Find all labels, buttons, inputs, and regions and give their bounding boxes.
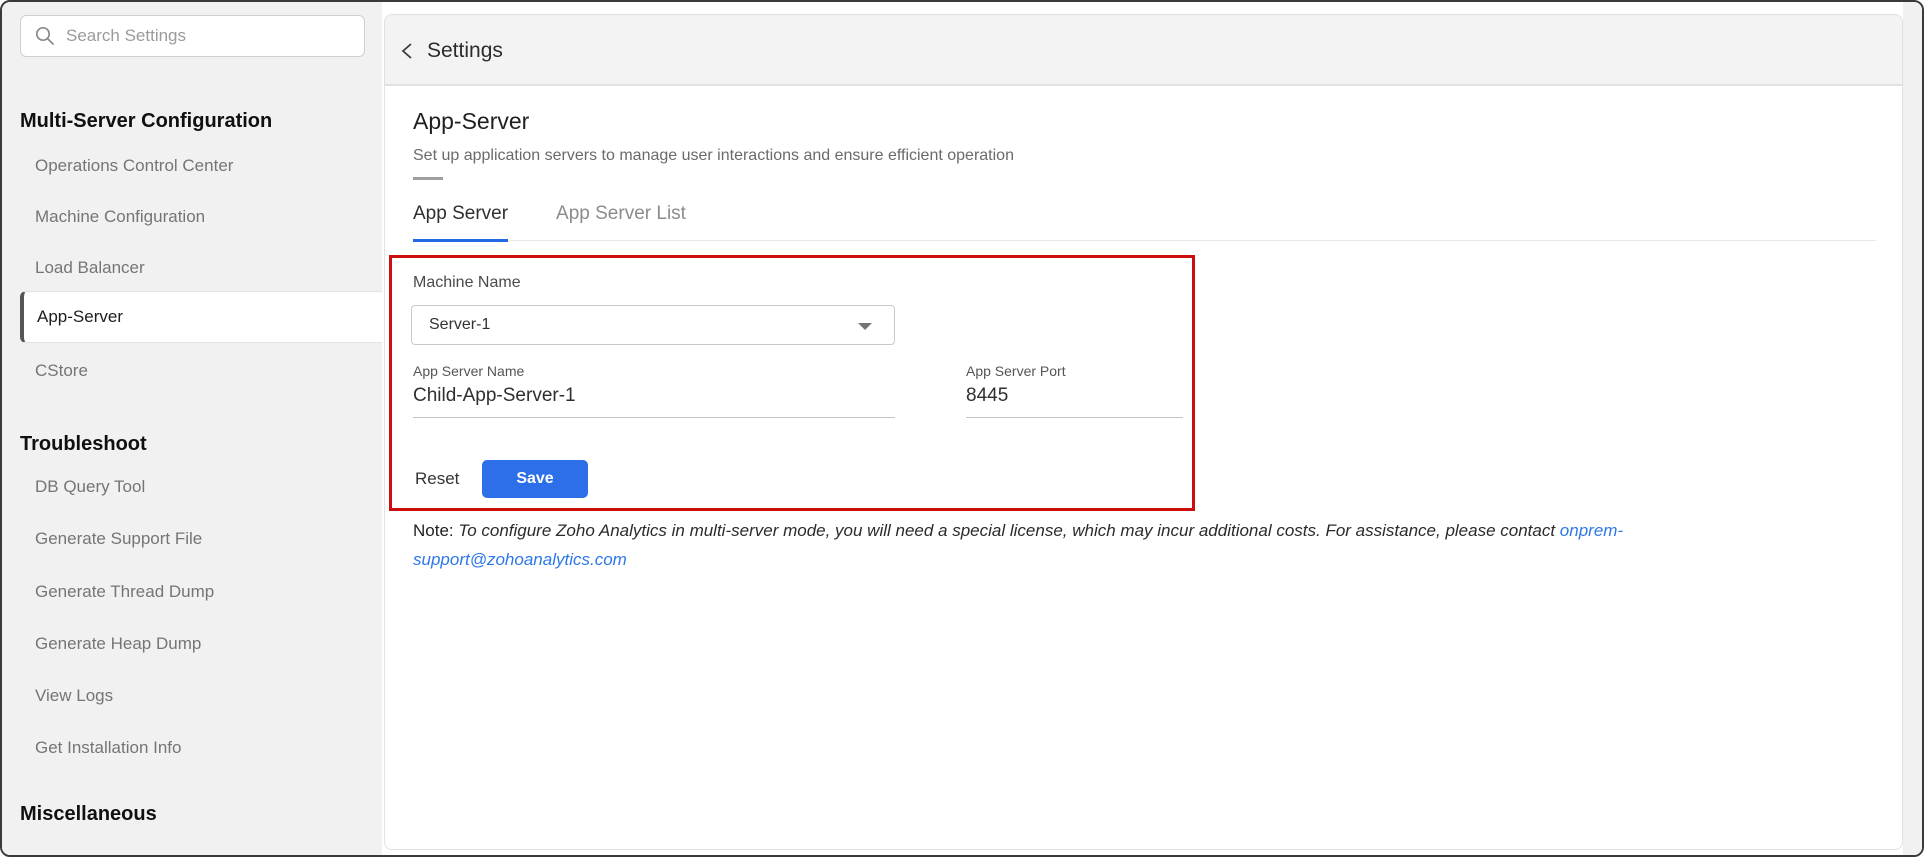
tab-app-server[interactable]: App Server: [413, 203, 508, 242]
sidebar-item-generate-heap-dump[interactable]: Generate Heap Dump: [2, 618, 382, 670]
settings-sidebar: Multi-Server Configuration Operations Co…: [2, 2, 382, 855]
main-area: Settings App-Server Set up application s…: [382, 2, 1922, 855]
sidebar-item-load-balancer[interactable]: Load Balancer: [2, 242, 382, 294]
main-right-margin: [1903, 2, 1922, 855]
sidebar-item-get-installation-info[interactable]: Get Installation Info: [2, 722, 382, 774]
sidebar-item-cstore[interactable]: CStore: [2, 345, 382, 397]
sidebar-item-generate-support-file[interactable]: Generate Support File: [2, 513, 382, 565]
header-title: Settings: [427, 39, 503, 63]
save-button[interactable]: Save: [482, 460, 588, 498]
machine-name-select[interactable]: Server-1: [411, 305, 895, 345]
page-title: App-Server: [413, 108, 529, 135]
app-server-panel: App-Server Set up application servers to…: [384, 85, 1903, 850]
app-server-name-label: App Server Name: [413, 363, 895, 379]
section-heading-troubleshoot: Troubleshoot: [20, 430, 147, 458]
reset-button[interactable]: Reset: [409, 460, 465, 498]
app-window: Multi-Server Configuration Operations Co…: [0, 0, 1924, 857]
app-server-port-input[interactable]: [966, 385, 1183, 418]
tab-bar: App Server App Server List: [413, 203, 1876, 241]
page-subtitle: Set up application servers to manage use…: [413, 147, 1014, 165]
search-settings-box[interactable]: [20, 15, 365, 57]
note-prefix: Note:: [413, 521, 454, 540]
dropdown-caret-icon: [858, 323, 872, 330]
tab-app-server-list[interactable]: App Server List: [556, 203, 686, 242]
machine-name-label: Machine Name: [413, 274, 521, 292]
search-input[interactable]: [66, 26, 336, 46]
search-icon: [34, 25, 56, 47]
section-heading-miscellaneous: Miscellaneous: [20, 800, 157, 828]
machine-name-value: Server-1: [429, 316, 490, 334]
subtitle-divider: [413, 177, 443, 180]
sidebar-item-generate-thread-dump[interactable]: Generate Thread Dump: [2, 566, 382, 618]
sidebar-item-db-query-tool[interactable]: DB Query Tool: [2, 461, 382, 513]
app-server-name-field: App Server Name: [413, 363, 895, 418]
settings-header-bar: Settings: [384, 14, 1903, 85]
note-body: To configure Zoho Analytics in multi-ser…: [454, 521, 1560, 540]
back-to-settings[interactable]: Settings: [398, 15, 503, 86]
app-server-name-input[interactable]: [413, 385, 895, 418]
back-chevron-icon: [398, 40, 418, 62]
sidebar-item-app-server[interactable]: App-Server: [20, 291, 382, 343]
app-server-port-field: App Server Port: [966, 363, 1183, 418]
sidebar-item-view-logs[interactable]: View Logs: [2, 670, 382, 722]
app-server-port-label: App Server Port: [966, 363, 1183, 379]
note-text: Note: To configure Zoho Analytics in mul…: [413, 516, 1743, 574]
sidebar-item-machine-configuration[interactable]: Machine Configuration: [2, 191, 382, 243]
section-heading-multi-server-configuration: Multi-Server Configuration: [20, 107, 272, 135]
sidebar-item-operations-control-center[interactable]: Operations Control Center: [2, 140, 382, 192]
